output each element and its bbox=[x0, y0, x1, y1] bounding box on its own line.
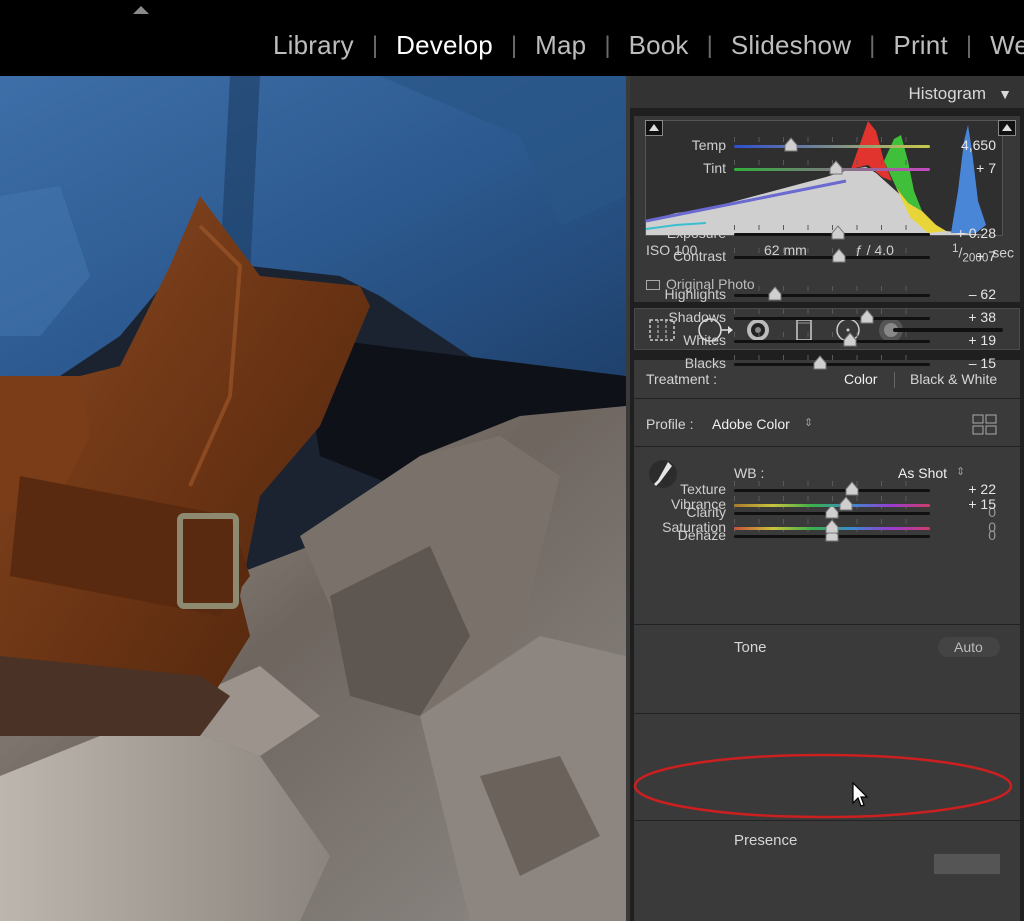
module-list: Library | Develop | Map | Book | Slidesh… bbox=[273, 30, 1024, 61]
module-separator: | bbox=[510, 31, 518, 59]
photo-preview[interactable] bbox=[0, 76, 626, 921]
vibrance-value[interactable]: + 15 bbox=[932, 496, 996, 512]
blacks-value[interactable]: – 15 bbox=[932, 355, 996, 371]
section-divider bbox=[634, 713, 1020, 714]
module-picker-bar: Library | Develop | Map | Book | Slidesh… bbox=[0, 0, 1024, 76]
shadows-slider-track[interactable] bbox=[734, 317, 930, 320]
section-divider bbox=[634, 624, 1020, 625]
treatment-bw-button[interactable]: Black & White bbox=[910, 371, 997, 387]
panel-collapse-triangle-icon[interactable]: ▼ bbox=[998, 86, 1012, 102]
module-separator: | bbox=[371, 31, 379, 59]
vibrance-slider-ticks bbox=[734, 496, 930, 501]
section-divider bbox=[634, 446, 1020, 447]
whites-slider-track[interactable] bbox=[734, 340, 930, 343]
tone-title: Tone bbox=[734, 639, 767, 656]
tint-label: Tint bbox=[703, 160, 726, 176]
profile-dropdown[interactable]: Adobe Color bbox=[712, 416, 790, 432]
section-divider bbox=[634, 820, 1020, 821]
module-separator: | bbox=[965, 31, 973, 59]
basic-panel: Treatment : Color Black & White Profile … bbox=[634, 137, 1020, 921]
module-separator: | bbox=[706, 31, 713, 59]
module-library[interactable]: Library bbox=[273, 30, 354, 61]
module-book[interactable]: Book bbox=[629, 30, 689, 61]
treatment-label: Treatment : bbox=[646, 371, 718, 387]
blacks-slider-track[interactable] bbox=[734, 363, 930, 366]
panel-edge bbox=[626, 76, 630, 921]
collapse-top-panel-arrow-icon[interactable] bbox=[133, 6, 149, 14]
histogram-title: Histogram bbox=[908, 84, 986, 103]
temp-slider-track[interactable] bbox=[734, 145, 930, 148]
module-develop[interactable]: Develop bbox=[396, 30, 493, 61]
shadows-slider-ticks bbox=[734, 309, 930, 314]
presence-title: Presence bbox=[734, 832, 798, 849]
tint-value[interactable]: + 7 bbox=[932, 160, 996, 176]
histogram-header[interactable]: Histogram ▼ bbox=[630, 76, 1024, 108]
highlights-value[interactable]: – 62 bbox=[932, 286, 996, 302]
texture-slider-ticks bbox=[734, 481, 930, 486]
blacks-slider-ticks bbox=[734, 355, 930, 360]
whites-label: Whites bbox=[683, 332, 726, 348]
texture-value-highlight bbox=[934, 854, 1000, 874]
wb-stepper-icon[interactable]: ⇕ bbox=[956, 465, 965, 478]
section-divider bbox=[634, 398, 1020, 399]
module-slideshow[interactable]: Slideshow bbox=[731, 30, 851, 61]
highlights-slider-track[interactable] bbox=[734, 294, 930, 297]
shadows-value[interactable]: + 38 bbox=[932, 309, 996, 325]
module-separator: | bbox=[869, 31, 876, 59]
whites-slider-ticks bbox=[734, 332, 930, 337]
temp-label: Temp bbox=[691, 137, 726, 153]
wb-dropdown[interactable]: As Shot bbox=[898, 465, 947, 481]
module-separator: | bbox=[604, 31, 611, 59]
tone-auto-label: Auto bbox=[954, 639, 983, 655]
texture-label: Texture bbox=[680, 481, 726, 497]
vibrance-label: Vibrance bbox=[670, 496, 726, 512]
whites-value[interactable]: + 19 bbox=[932, 332, 996, 348]
blacks-label: Blacks bbox=[684, 355, 726, 371]
treatment-separator bbox=[894, 372, 895, 388]
wb-label: WB : bbox=[734, 465, 765, 481]
tone-auto-button[interactable]: Auto bbox=[938, 637, 1000, 657]
texture-value[interactable]: + 22 bbox=[932, 481, 996, 497]
shadow-clipping-icon[interactable] bbox=[645, 120, 663, 136]
temp-value[interactable]: 4,650 bbox=[932, 137, 996, 153]
temp-slider-ticks bbox=[734, 137, 930, 142]
profile-label: Profile : bbox=[646, 416, 694, 432]
highlight-clipping-icon[interactable] bbox=[998, 120, 1016, 136]
profile-stepper-icon[interactable]: ⇕ bbox=[804, 416, 813, 429]
profile-browser-grid-icon[interactable] bbox=[972, 414, 998, 436]
exposure-label: Exposure bbox=[666, 225, 726, 241]
contrast-label: Contrast bbox=[673, 248, 726, 264]
highlights-slider-ticks bbox=[734, 286, 930, 291]
develop-right-panel: Histogram ▼ ISO 100 62 mm ƒ / 4.0 1/2000… bbox=[626, 76, 1024, 921]
module-map[interactable]: Map bbox=[535, 30, 586, 61]
module-print[interactable]: Print bbox=[893, 30, 947, 61]
treatment-color-button[interactable]: Color bbox=[844, 371, 877, 387]
module-web[interactable]: Web bbox=[990, 30, 1024, 61]
photo-image bbox=[0, 76, 626, 921]
saturation-value[interactable]: 0 bbox=[932, 519, 996, 535]
contrast-value[interactable]: + 7 bbox=[932, 248, 996, 264]
shadows-label: Shadows bbox=[668, 309, 726, 325]
saturation-label: Saturation bbox=[662, 519, 726, 535]
exposure-value[interactable]: + 0.28 bbox=[932, 225, 996, 241]
highlights-label: Highlights bbox=[664, 286, 726, 302]
vibrance-slider-track[interactable] bbox=[734, 504, 930, 507]
texture-slider-track[interactable] bbox=[734, 489, 930, 492]
